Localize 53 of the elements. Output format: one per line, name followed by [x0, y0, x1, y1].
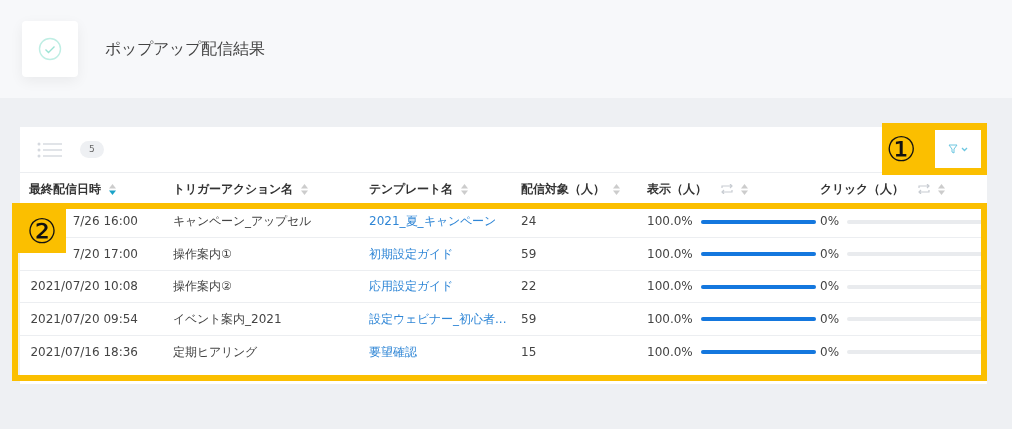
percent-text: 100.0% — [647, 279, 693, 294]
table-cell: 2021/07/20 09:54 — [30, 311, 138, 326]
template-link[interactable]: 設定ウェビナー_初心者... — [369, 311, 507, 326]
count-badge: 5 — [80, 140, 104, 159]
sort-icon[interactable] — [461, 183, 468, 195]
table-cell: イベント案内_2021 — [173, 311, 282, 326]
sort-icon[interactable] — [109, 183, 116, 195]
percent-text: 100.0% — [647, 311, 693, 326]
template-link[interactable]: 応用設定ガイド — [369, 279, 453, 294]
sort-icon[interactable] — [938, 183, 945, 195]
percent-text: 100.0% — [647, 214, 693, 229]
chevron-down-icon — [961, 146, 968, 152]
column-header[interactable]: 配信対象（人） — [521, 181, 605, 196]
percent-text: 0% — [820, 246, 840, 261]
check-circle-icon — [38, 37, 62, 61]
percent-text: 100.0% — [647, 246, 693, 261]
table-cell: 定期ヒアリング — [173, 344, 257, 359]
page-title: ポップアップ配信結果 — [105, 38, 265, 60]
table-cell: 7/26 16:00 — [72, 214, 138, 229]
list-icon[interactable] — [37, 141, 62, 158]
percent-text: 0% — [820, 311, 840, 326]
table-cell: 操作案内① — [173, 246, 232, 261]
column-header[interactable]: トリガーアクション名 — [173, 181, 293, 196]
sort-icon[interactable] — [301, 183, 308, 195]
template-link[interactable]: 要望確認 — [369, 344, 417, 359]
table-cell: 操作案内② — [173, 279, 232, 294]
column-header[interactable]: 表示（人） — [647, 181, 707, 196]
column-header[interactable]: クリック（人） — [820, 181, 904, 196]
sort-icon[interactable] — [741, 183, 748, 195]
template-link[interactable]: 初期設定ガイド — [369, 246, 453, 261]
callout-number: ① — [886, 132, 917, 166]
table-cell: 22 — [521, 279, 537, 294]
percent-text: 0% — [820, 214, 840, 229]
table-cell: 59 — [521, 311, 537, 326]
percent-text: 0% — [820, 279, 840, 294]
swap-icon[interactable] — [918, 184, 930, 195]
table-cell: 15 — [521, 344, 537, 359]
sort-icon[interactable] — [613, 183, 620, 195]
swap-icon[interactable] — [721, 184, 733, 195]
filter-button[interactable] — [935, 130, 981, 168]
percent-text: 100.0% — [647, 344, 693, 359]
table-cell: 59 — [521, 246, 537, 261]
filter-icon — [948, 144, 958, 154]
table-cell: キャンペーン_アップセル — [173, 214, 311, 229]
column-header[interactable]: テンプレート名 — [369, 181, 453, 196]
table-cell: 24 — [521, 214, 537, 229]
table-cell: 7/20 17:00 — [72, 246, 138, 261]
percent-text: 0% — [820, 344, 840, 359]
table-cell: 2021/07/20 10:08 — [30, 279, 138, 294]
template-link[interactable]: 2021_夏_キャンペーン — [369, 214, 496, 229]
column-header[interactable]: 最終配信日時 — [29, 181, 101, 196]
table-cell: 2021/07/16 18:36 — [30, 344, 138, 359]
callout-number: ② — [26, 214, 58, 248]
